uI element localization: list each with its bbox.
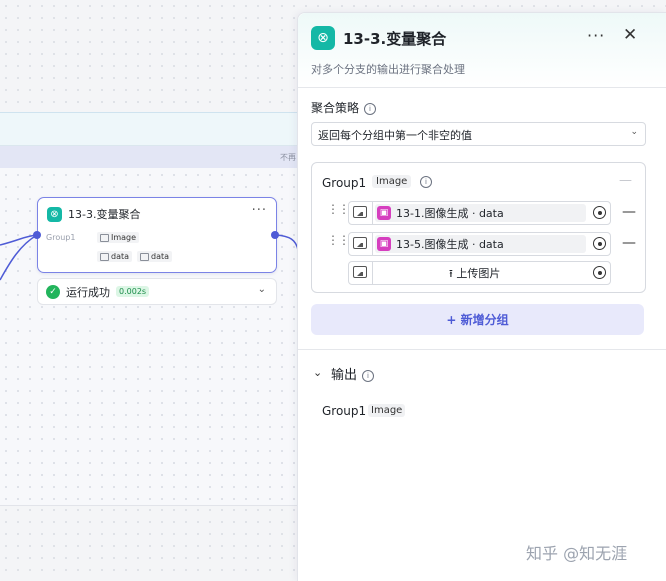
info-icon[interactable]: i: [362, 370, 375, 382]
remove-group-icon[interactable]: —: [619, 173, 632, 188]
incoming-edge-2: [0, 234, 38, 281]
target-icon[interactable]: [593, 206, 606, 219]
close-icon[interactable]: ✕: [623, 25, 637, 45]
divider: [372, 262, 373, 284]
node-var-chip: data: [97, 251, 133, 262]
drag-handle-icon[interactable]: ⋮⋮: [327, 203, 350, 215]
group-card: Group1 Image i — ⋮⋮ ▣ 13-1.图像生成 · data —…: [311, 162, 646, 293]
output-port[interactable]: [271, 231, 279, 239]
group-type-badge: Image: [372, 175, 412, 188]
image-icon: [353, 237, 367, 249]
outgoing-edge: [275, 234, 299, 251]
variable-reference[interactable]: ▣ 13-5.图像生成 · data: [375, 235, 586, 253]
watermark: 知乎 @知无涯: [526, 544, 628, 563]
aggregate-icon: ⊗: [47, 206, 62, 222]
variable-ref-text: 13-1.图像生成 · data: [396, 207, 504, 220]
divider: [298, 349, 666, 350]
variable-ref-text: 13-5.图像生成 · data: [396, 238, 504, 251]
strategy-label: 聚合策略 i: [311, 99, 377, 116]
info-icon[interactable]: i: [364, 103, 377, 115]
variable-row[interactable]: ▣ 13-1.图像生成 · data: [348, 201, 611, 225]
target-icon[interactable]: [593, 266, 606, 279]
incoming-edge: [0, 234, 38, 246]
image-icon: [353, 206, 367, 218]
chevron-down-icon: ⌄: [630, 127, 638, 137]
output-name: Group1: [322, 404, 367, 418]
chevron-down-icon[interactable]: ⌄: [313, 366, 322, 379]
node-title: 13-3.变量聚合: [68, 208, 141, 221]
divider: [298, 87, 666, 88]
variable-reference[interactable]: ▣ 13-1.图像生成 · data: [375, 204, 586, 222]
image-gen-icon: ▣: [377, 237, 391, 251]
image-icon: [100, 233, 109, 242]
strategy-value: 返回每个分组中第一个非空的值: [318, 129, 472, 142]
output-section-title[interactable]: 输出 i: [331, 364, 375, 383]
input-port[interactable]: [33, 231, 41, 239]
image-icon: [100, 252, 109, 261]
drag-handle-icon[interactable]: ⋮⋮: [327, 234, 350, 246]
status-time-badge: 0.002s: [116, 286, 150, 297]
node-config-panel: ⊗ 13-3.变量聚合 ··· ✕ 对多个分支的输出进行聚合处理 聚合策略 i 返…: [297, 12, 666, 581]
output-type-badge: Image: [368, 404, 406, 417]
image-icon: [140, 252, 150, 261]
panel-header: ⊗ 13-3.变量聚合 ··· ✕ 对多个分支的输出进行聚合处理: [298, 13, 666, 87]
group-name[interactable]: Group1: [322, 176, 366, 190]
node-group-label: Group1: [46, 233, 76, 242]
panel-title[interactable]: 13-3.变量聚合: [343, 28, 446, 49]
remove-variable-icon[interactable]: —: [622, 235, 636, 251]
status-text: 运行成功: [66, 285, 110, 299]
variable-aggregate-node[interactable]: ⊗ 13-3.变量聚合 ··· Group1 Image data data: [37, 197, 277, 273]
panel-description[interactable]: 对多个分支的输出进行聚合处理: [311, 61, 465, 77]
chevron-down-icon[interactable]: ⌄: [258, 284, 266, 295]
divider: [372, 202, 373, 224]
info-icon[interactable]: i: [420, 176, 432, 188]
aggregate-icon: ⊗: [311, 26, 335, 50]
image-icon: [353, 266, 367, 278]
run-status-bar[interactable]: ✓ 运行成功 0.002s ⌄: [37, 278, 277, 305]
upload-button[interactable]: ⭱ 上传图片: [449, 265, 500, 284]
target-icon[interactable]: [593, 237, 606, 250]
add-group-button[interactable]: + 新增分组: [311, 304, 644, 335]
more-icon[interactable]: ···: [587, 26, 605, 45]
strategy-select[interactable]: 返回每个分组中第一个非空的值 ⌄: [311, 122, 646, 146]
variable-row[interactable]: ▣ 13-5.图像生成 · data: [348, 232, 611, 256]
remove-variable-icon[interactable]: —: [622, 204, 636, 220]
more-icon[interactable]: ···: [252, 203, 267, 218]
node-group-type: Image: [97, 232, 140, 243]
upload-row[interactable]: ⭱ 上传图片: [348, 261, 611, 285]
check-icon: ✓: [46, 284, 60, 299]
divider: [372, 233, 373, 255]
image-gen-icon: ▣: [377, 206, 391, 220]
node-var-chip: data: [137, 251, 173, 262]
